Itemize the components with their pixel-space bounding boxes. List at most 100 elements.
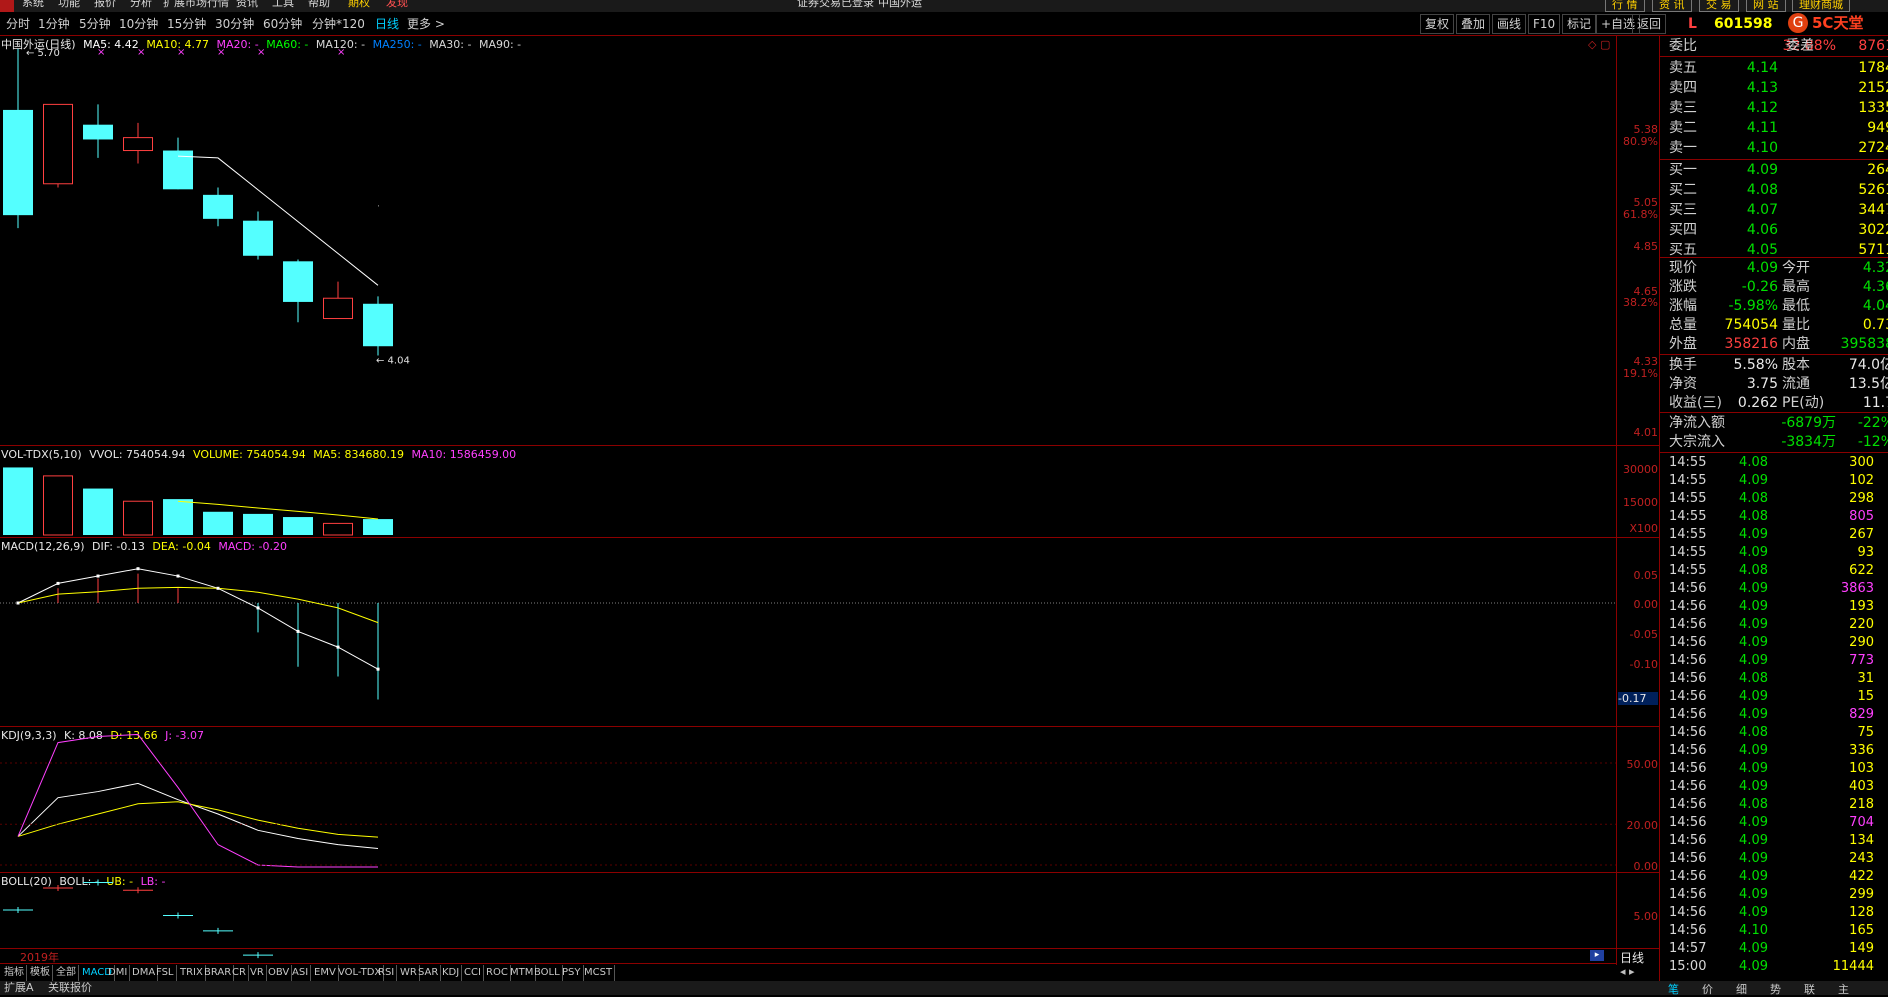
indicator-tab-fsl[interactable]: FSL (154, 965, 177, 981)
indicator-tab-dmi[interactable]: DMI (106, 965, 131, 981)
scroll-arrow-icon[interactable]: ▸ (1590, 950, 1604, 961)
tab-scroll-icon[interactable]: ◂ ▸ (1620, 965, 1635, 978)
period-60min[interactable]: 60分钟 (263, 13, 302, 35)
menu-help[interactable]: 帮助 (308, 0, 330, 9)
kdj-axis-2: 20.00 (1626, 819, 1659, 832)
macd-dif-point (296, 629, 300, 633)
period-10min[interactable]: 10分钟 (119, 13, 158, 35)
tick-price: 4.09 (1739, 851, 1768, 866)
menu-tools[interactable]: 工具 (272, 0, 294, 9)
candle-body (43, 103, 73, 185)
macd-dif-point (176, 574, 180, 578)
indicator-tab-boll[interactable]: BOLL (532, 965, 563, 981)
indicator-tab-cci[interactable]: CCI (462, 965, 484, 981)
indicator-tab-emv[interactable]: EMV (312, 965, 339, 981)
stat-value: 754054 (1724, 317, 1778, 333)
btn-website[interactable]: 网 站 (1746, 0, 1786, 12)
ask-label: 卖五 (1669, 60, 1697, 76)
period-more[interactable]: 更多 > (407, 13, 445, 35)
stat-label-2: 量比 (1782, 317, 1810, 333)
tick-time: 14:56 (1669, 725, 1707, 740)
tick-volume: 93 (1857, 545, 1874, 560)
ask-vol: 949 (1867, 120, 1888, 136)
tick-row: 14:56 4.09 299 (1660, 886, 1888, 904)
btn-mark[interactable]: 标记 (1562, 14, 1597, 34)
volume-bar (323, 522, 353, 536)
period-1min[interactable]: 1分钟 (38, 13, 70, 35)
period-30min[interactable]: 30分钟 (215, 13, 254, 35)
btn-mall[interactable]: 理财商城 (1792, 0, 1850, 12)
bid-price: 4.08 (1746, 182, 1778, 198)
tick-price: 4.08 (1739, 491, 1768, 506)
period-15min[interactable]: 15分钟 (167, 13, 206, 35)
tick-time: 14:56 (1669, 905, 1707, 920)
status-linked[interactable]: 关联报价 (48, 981, 92, 995)
tick-time: 14:56 (1669, 707, 1707, 722)
menu-function[interactable]: 功能 (58, 0, 80, 9)
btn-draw[interactable]: 画线 (1492, 14, 1527, 34)
menu-quote[interactable]: 报价 (94, 0, 116, 9)
stat-value-2: 0.73 (1862, 317, 1888, 333)
tick-row: 14:57 4.09 149 (1660, 940, 1888, 958)
tick-time: 14:56 (1669, 743, 1707, 758)
menu-analysis[interactable]: 分析 (130, 0, 152, 9)
indicator-tab-sar[interactable]: SAR (416, 965, 442, 981)
indicator-tab-模板[interactable]: 模板 (28, 965, 53, 981)
indicator-tab-kdj[interactable]: KDJ (440, 965, 463, 981)
chart-canvas[interactable]: × × × × × × ← 5.70 ← 4.04 (0, 35, 1616, 965)
macd-dea-line (17, 586, 379, 624)
stat-label: 总量 (1669, 317, 1697, 333)
indicator-tab-vr[interactable]: VR (248, 965, 267, 981)
volume-bar (43, 475, 73, 536)
menu-info[interactable]: 资讯 (236, 0, 258, 9)
indicator-tab-mcst[interactable]: MCST (582, 965, 616, 981)
indicator-tab-asi[interactable]: ASI (290, 965, 312, 981)
btn-overlay[interactable]: 叠加 (1456, 14, 1491, 34)
indicator-tab-全部[interactable]: 全部 (54, 965, 79, 981)
menu-discover[interactable]: 发现 (386, 0, 408, 9)
indicator-tab-指标[interactable]: 指标 (2, 965, 27, 981)
indicator-tab-psy[interactable]: PSY (560, 965, 584, 981)
btn-market[interactable]: 行 情 (1605, 0, 1645, 12)
axis-pct-5: 19.1% (1623, 367, 1658, 380)
period-5min[interactable]: 5分钟 (79, 13, 111, 35)
indicator-tab-rsi[interactable]: RSI (376, 965, 398, 981)
fund-label: 收益(三) (1669, 395, 1722, 411)
indicator-tab-roc[interactable]: ROC (484, 965, 511, 981)
indicator-tab-cr[interactable]: CR (230, 965, 249, 981)
tick-volume: 290 (1849, 635, 1874, 650)
ma5-line (177, 155, 379, 286)
period-120min[interactable]: 分钟*120 (312, 13, 365, 35)
tick-price: 4.09 (1739, 527, 1768, 542)
indicator-tab-obv[interactable]: OBV (266, 965, 293, 981)
menu-options[interactable]: 期权 (348, 0, 370, 9)
sep-3 (1660, 159, 1888, 160)
btn-news[interactable]: 资 讯 (1652, 0, 1692, 12)
tick-row: 14:55 4.09 267 (1660, 526, 1888, 544)
axis-pct-2: 61.8% (1623, 208, 1658, 221)
tick-row: 14:55 4.08 300 (1660, 454, 1888, 472)
cross-marker: × (337, 47, 345, 58)
btn-trade[interactable]: 交 易 (1699, 0, 1739, 12)
tick-volume: 165 (1849, 923, 1874, 938)
fund-row: 收益(三) 0.262PE(动) 11.7 (1660, 394, 1888, 413)
period-daily[interactable]: 日线 (375, 13, 399, 35)
menu-system[interactable]: 系统 (22, 0, 44, 9)
stat-value-2: 395838 (1840, 336, 1888, 352)
tick-price: 4.09 (1739, 473, 1768, 488)
macd-axis-current: -0.17 (1618, 692, 1658, 705)
period-fenshi[interactable]: 分时 (6, 13, 30, 35)
menu-ext-market[interactable]: 扩展市场行情 (163, 0, 229, 9)
weicha-value: 8761 (1858, 38, 1888, 54)
high-price-label: ← 5.70 (26, 48, 60, 59)
btn-fuquan[interactable]: 复权 (1420, 14, 1455, 34)
macd-dif-point (256, 606, 260, 610)
tick-volume: 15 (1857, 689, 1874, 704)
bid-vol: 3447 (1858, 202, 1888, 218)
tick-price: 4.09 (1739, 743, 1768, 758)
tick-time: 14:56 (1669, 923, 1707, 938)
tick-time: 14:57 (1669, 941, 1707, 956)
macd-axis-1: 0.05 (1633, 569, 1659, 582)
btn-f10[interactable]: F10 (1528, 14, 1561, 34)
status-ext[interactable]: 扩展A (4, 981, 34, 995)
